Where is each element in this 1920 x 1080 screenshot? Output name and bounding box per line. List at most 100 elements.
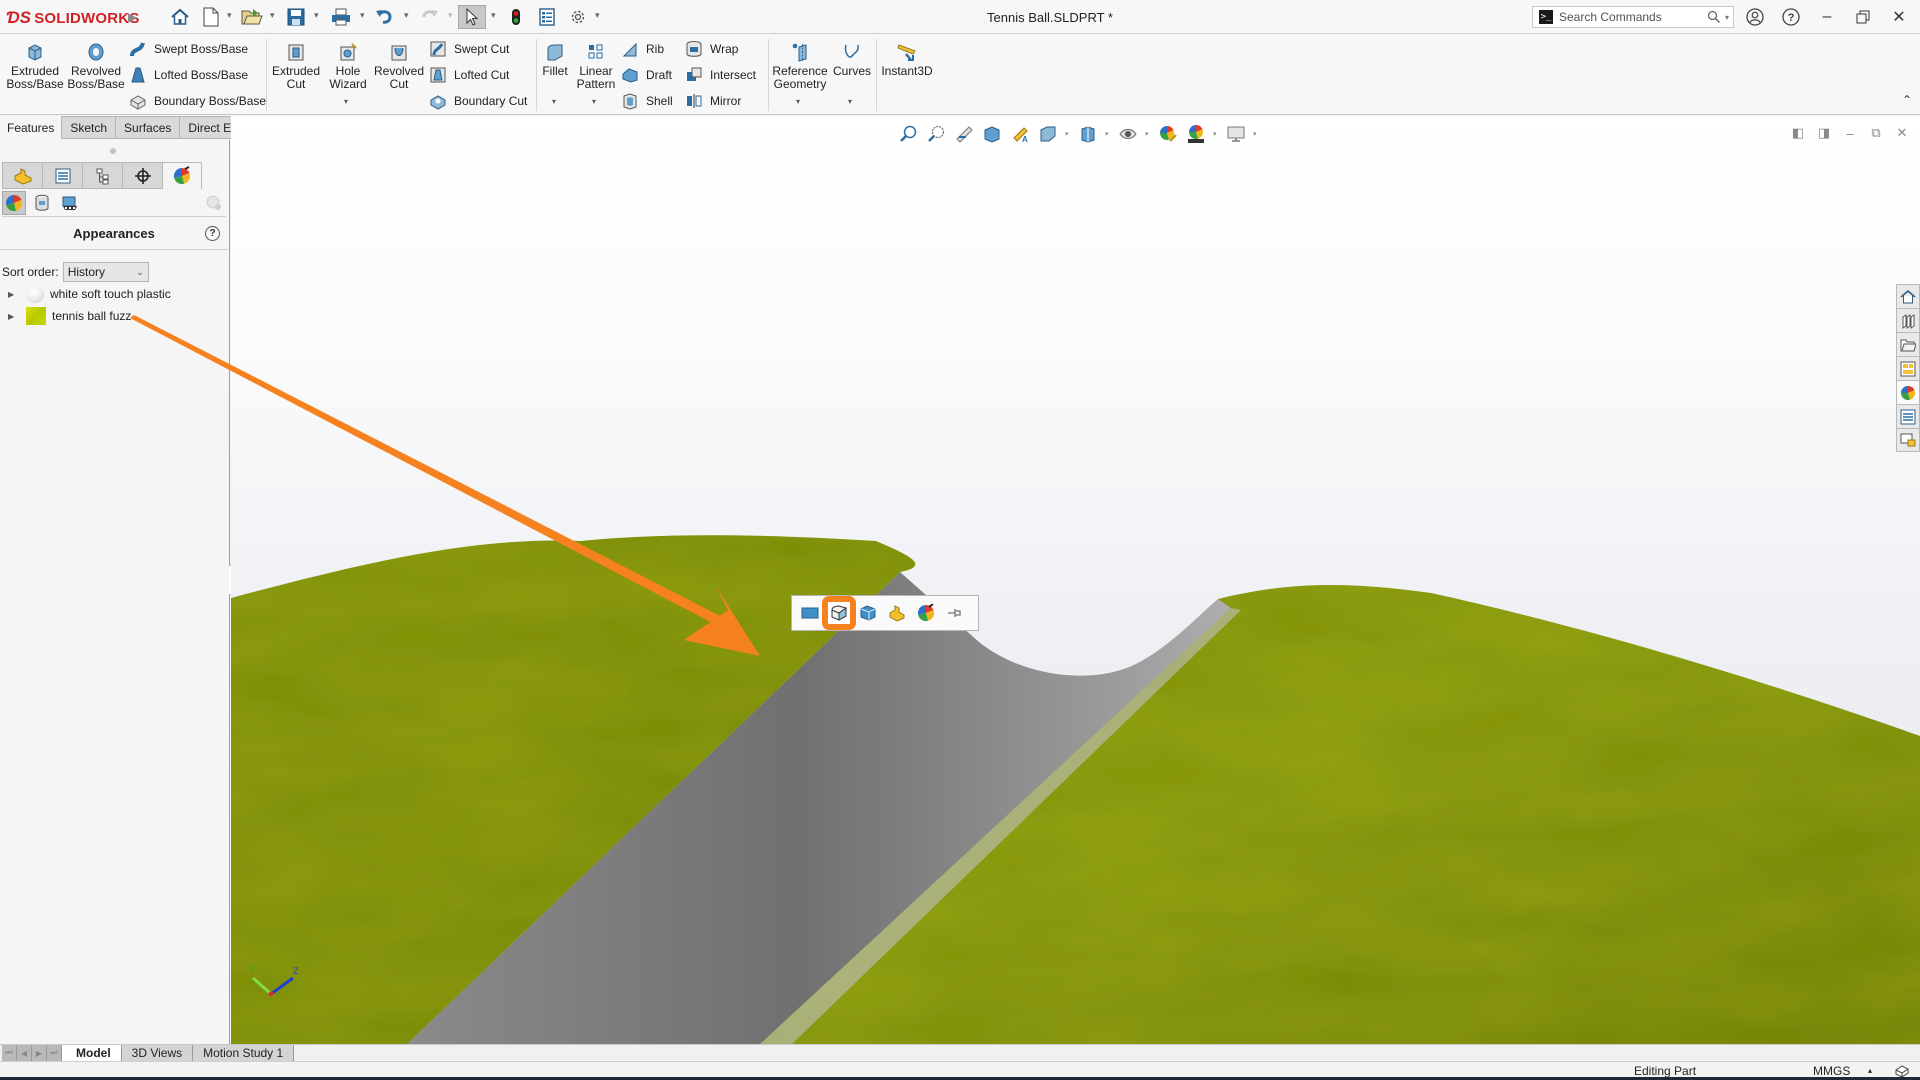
expand-arrow-icon[interactable]: ▶ <box>8 312 18 321</box>
search-icon[interactable] <box>1707 10 1721 24</box>
home-button[interactable] <box>168 5 192 29</box>
extruded-cut-button[interactable]: Extruded Cut <box>268 41 324 91</box>
view-orientation-dropdown-icon[interactable]: ▾ <box>1065 130 1071 138</box>
previous-document-icon[interactable]: ◧ <box>1787 124 1809 142</box>
task-pane-view-palette[interactable] <box>1896 356 1920 380</box>
redo-button[interactable] <box>418 5 442 29</box>
reference-geometry-button[interactable]: Reference Geometry <box>770 41 830 91</box>
tab-displaymanager[interactable] <box>162 162 202 189</box>
graphics-area[interactable]: Y Z A ▾ ▾ ▾ ▾ ▾ ◧ ◨ – ⧉ ✕ <box>231 116 1920 1045</box>
search-dropdown-icon[interactable]: ▾ <box>1725 13 1729 22</box>
last-tab-icon[interactable]: ⏭ <box>47 1045 62 1061</box>
minimize-button[interactable]: – <box>1814 5 1840 29</box>
view-decals-button[interactable] <box>30 191 54 215</box>
display-style-dropdown-icon[interactable]: ▾ <box>1105 130 1111 138</box>
select-button[interactable] <box>458 5 486 29</box>
previous-view-button[interactable] <box>953 123 975 145</box>
select-feature-button[interactable] <box>856 601 880 625</box>
search-input[interactable]: Search Commands <box>1559 10 1707 24</box>
tab-featuremanager[interactable] <box>2 162 42 189</box>
viewport-close-icon[interactable]: ✕ <box>1891 124 1913 142</box>
display-style-button[interactable] <box>1077 123 1099 145</box>
hide-show-items-button[interactable] <box>1117 123 1139 145</box>
options-button[interactable] <box>566 5 590 29</box>
menu-expand-arrow-icon[interactable]: ▶ <box>128 10 137 24</box>
boundary-boss-button[interactable]: Boundary Boss/Base <box>128 90 266 112</box>
tab-sketch[interactable]: Sketch <box>62 116 117 139</box>
rebuild-button[interactable] <box>506 5 526 29</box>
next-document-icon[interactable]: ◨ <box>1813 124 1835 142</box>
render-tools-button[interactable] <box>202 191 226 215</box>
print-button[interactable] <box>328 5 354 29</box>
next-tab-icon[interactable]: ▶ <box>32 1045 47 1061</box>
fillet-dropdown-icon[interactable]: ▾ <box>552 97 556 106</box>
shell-button[interactable]: Shell <box>620 90 673 112</box>
view-orientation-button[interactable] <box>1037 123 1059 145</box>
units-dropdown-icon[interactable]: ▴ <box>1868 1066 1872 1075</box>
collapse-ribbon-icon[interactable]: ⌃ <box>1902 93 1912 107</box>
boundary-cut-button[interactable]: Boundary Cut <box>428 90 527 112</box>
file-properties-button[interactable] <box>536 5 558 29</box>
view-settings-dropdown-icon[interactable]: ▾ <box>1253 130 1259 138</box>
instant3d-button[interactable]: Instant3D <box>878 41 936 78</box>
tab-configurationmanager[interactable] <box>82 162 122 189</box>
units-selector[interactable]: MMGS <box>1813 1064 1850 1078</box>
rib-button[interactable]: Rib <box>620 38 664 60</box>
sort-order-select[interactable]: History ⌄ <box>62 262 149 282</box>
extruded-boss-button[interactable]: Extruded Boss/Base <box>6 41 64 91</box>
task-pane-solidworks-forum[interactable] <box>1896 428 1920 452</box>
apply-scene-button[interactable] <box>1185 123 1207 145</box>
task-pane-design-library[interactable] <box>1896 308 1920 332</box>
close-button[interactable]: ✕ <box>1886 5 1912 29</box>
tab-features[interactable]: Features <box>0 116 63 139</box>
task-pane-file-explorer[interactable] <box>1896 332 1920 356</box>
view-appearances-button[interactable] <box>2 191 26 215</box>
linear-pattern-dropdown-icon[interactable]: ▾ <box>592 97 596 106</box>
help-icon[interactable]: ? <box>205 226 220 241</box>
view-scenes-button[interactable] <box>58 191 82 215</box>
solidworks-logo[interactable]: ƊS SOLIDWORKS <box>6 8 140 28</box>
curves-button[interactable]: Curves <box>832 41 872 78</box>
lofted-boss-button[interactable]: Lofted Boss/Base <box>128 64 248 86</box>
section-view-button[interactable] <box>981 123 1003 145</box>
wrap-button[interactable]: Wrap <box>684 38 738 60</box>
new-document-button[interactable] <box>200 5 222 29</box>
hide-show-dropdown-icon[interactable]: ▾ <box>1145 130 1151 138</box>
task-pane-resources[interactable] <box>1896 284 1920 308</box>
lofted-cut-button[interactable]: Lofted Cut <box>428 64 509 86</box>
view-settings-button[interactable] <box>1225 123 1247 145</box>
save-dropdown-icon[interactable]: ▾ <box>314 10 319 21</box>
help-button[interactable]: ? <box>1778 5 1804 29</box>
tab-surfaces[interactable]: Surfaces <box>116 116 181 139</box>
options-dropdown-icon[interactable]: ▾ <box>595 10 600 21</box>
tab-3d-views[interactable]: 3D Views <box>121 1045 194 1061</box>
zoom-to-fit-button[interactable] <box>897 123 919 145</box>
new-dropdown-icon[interactable]: ▾ <box>227 10 232 21</box>
print-dropdown-icon[interactable]: ▾ <box>360 10 365 21</box>
edit-appearance-button[interactable] <box>1157 123 1179 145</box>
fillet-button[interactable]: Fillet <box>538 41 572 78</box>
restore-button[interactable] <box>1850 5 1876 29</box>
viewport-minimize-icon[interactable]: – <box>1839 124 1861 142</box>
viewport-restore-icon[interactable]: ⧉ <box>1865 124 1887 142</box>
hole-wizard-button[interactable]: Hole Wizard <box>322 41 374 91</box>
revolved-cut-button[interactable]: Revolved Cut <box>372 41 426 91</box>
reference-geometry-dropdown-icon[interactable]: ▾ <box>796 97 800 106</box>
first-tab-icon[interactable]: ⏮ <box>2 1045 17 1061</box>
zoom-to-area-button[interactable] <box>925 123 947 145</box>
select-face-button[interactable] <box>798 601 822 625</box>
undo-button[interactable] <box>372 5 396 29</box>
open-button[interactable] <box>240 5 264 29</box>
select-body-button[interactable] <box>822 596 856 630</box>
draft-button[interactable]: Draft <box>620 64 672 86</box>
swept-boss-button[interactable]: Swept Boss/Base <box>128 38 248 60</box>
swept-cut-button[interactable]: Swept Cut <box>428 38 509 60</box>
appearance-item-white-soft-touch-plastic[interactable]: ▶ white soft touch plastic <box>8 284 171 304</box>
linear-pattern-button[interactable]: Linear Pattern <box>574 41 618 91</box>
tab-dimxpertmanager[interactable] <box>122 162 162 189</box>
apply-scene-dropdown-icon[interactable]: ▾ <box>1213 130 1219 138</box>
save-button[interactable] <box>284 5 308 29</box>
mirror-button[interactable]: Mirror <box>684 90 741 112</box>
user-account-button[interactable] <box>1742 5 1768 29</box>
appearance-button[interactable] <box>914 601 938 625</box>
